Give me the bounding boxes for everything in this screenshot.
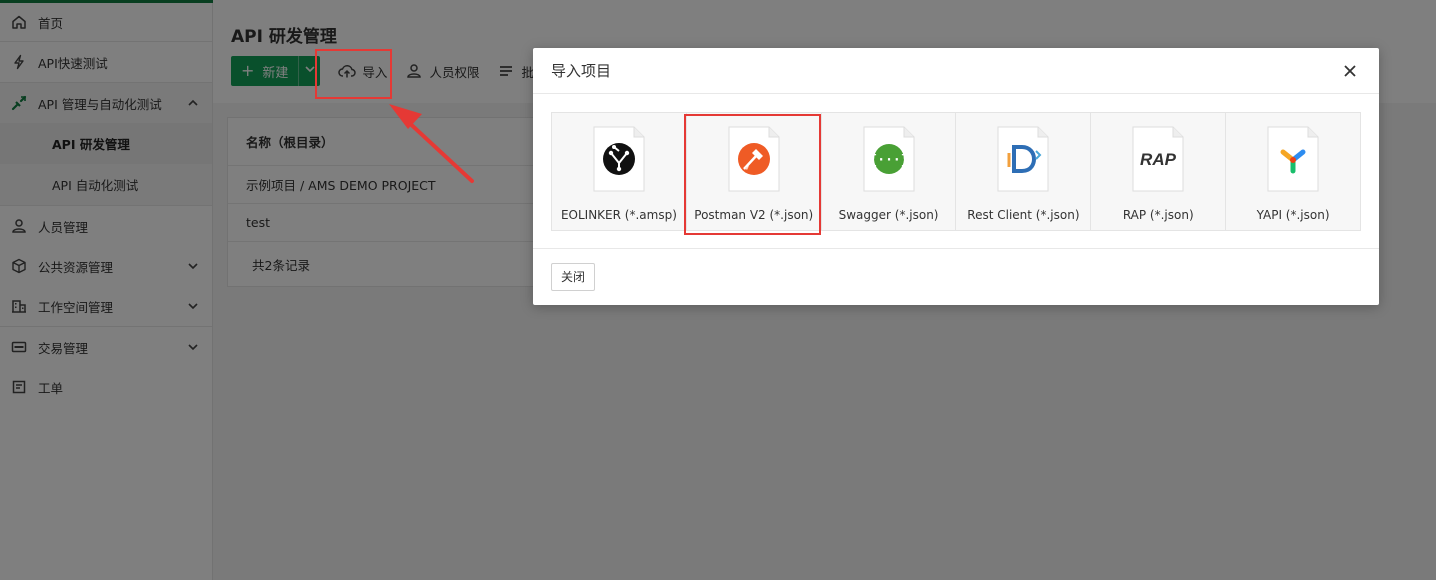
- dialog-header: 导入项目: [533, 48, 1379, 94]
- format-grid: EOLINKER (*.amsp) Postman V2 (*.json) {·…: [551, 112, 1361, 231]
- format-label: Rest Client (*.json): [967, 208, 1080, 222]
- format-label: RAP (*.json): [1122, 208, 1194, 222]
- format-label: EOLINKER (*.amsp): [560, 208, 677, 222]
- rest-client-icon: [997, 126, 1049, 192]
- swagger-icon: {···}: [863, 126, 915, 192]
- dialog-body: EOLINKER (*.amsp) Postman V2 (*.json) {·…: [533, 94, 1379, 249]
- format-option-rest-client[interactable]: Rest Client (*.json): [956, 113, 1092, 230]
- dialog-title: 导入项目: [551, 62, 612, 80]
- rap-icon: RAP: [1132, 126, 1184, 192]
- format-option-yapi[interactable]: YAPI (*.json): [1226, 113, 1360, 230]
- import-highlight-box: [315, 49, 392, 99]
- svg-text:{···}: {···}: [869, 153, 908, 168]
- close-icon[interactable]: [1339, 60, 1361, 82]
- import-project-dialog: 导入项目 EOLINKER (*.amsp) Postman V2 (*.jso…: [533, 48, 1379, 305]
- format-option-swagger[interactable]: {···} Swagger (*.json): [821, 113, 957, 230]
- yapi-icon: [1267, 126, 1319, 192]
- format-label: Swagger (*.json): [838, 208, 939, 222]
- dialog-footer: 关闭: [533, 249, 1379, 304]
- format-option-eolinker[interactable]: EOLINKER (*.amsp): [552, 113, 687, 230]
- format-label: YAPI (*.json): [1256, 208, 1330, 222]
- svg-text:RAP: RAP: [1140, 150, 1177, 169]
- format-option-rap[interactable]: RAP RAP (*.json): [1091, 113, 1227, 230]
- close-button[interactable]: 关闭: [551, 262, 596, 291]
- eolinker-icon: [593, 126, 645, 192]
- postman-highlight-box: [684, 114, 821, 235]
